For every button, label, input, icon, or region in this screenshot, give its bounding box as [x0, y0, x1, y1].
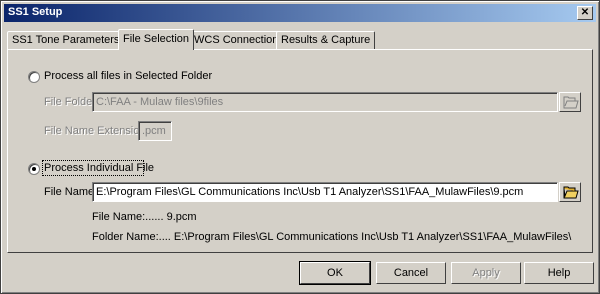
cancel-button[interactable]: Cancel	[376, 262, 446, 284]
tab-label: Results & Capture	[281, 34, 371, 46]
file-name-field[interactable]: E:\Program Files\GL Communications Inc\U…	[92, 182, 558, 202]
folder-open-icon	[563, 186, 579, 199]
tab-results-capture[interactable]: Results & Capture	[276, 31, 376, 49]
close-icon: ✕	[580, 7, 590, 18]
help-button[interactable]: Help	[524, 262, 594, 284]
close-button[interactable]: ✕	[577, 6, 593, 20]
title-bar: SS1 Setup ✕	[4, 4, 596, 22]
tab-wcs-connection[interactable]: WCS Connection	[189, 31, 284, 49]
process-individual-radio[interactable]	[28, 163, 40, 175]
ok-label: OK	[327, 267, 343, 279]
apply-label: Apply	[472, 267, 500, 279]
help-label: Help	[547, 267, 571, 279]
tab-file-selection[interactable]: File Selection	[118, 29, 195, 50]
apply-button[interactable]: Apply	[451, 262, 521, 284]
info-file-name: File Name:...... 9.pcm	[92, 211, 197, 223]
extension-value: .pcm	[142, 125, 166, 137]
tab-label: SS1 Tone Parameters	[12, 34, 120, 46]
file-name-value: E:\Program Files\GL Communications Inc\U…	[96, 186, 524, 198]
tab-ss1-tone-parameters[interactable]: SS1 Tone Parameters	[7, 31, 125, 49]
process-folder-radio[interactable]	[28, 71, 40, 83]
folder-open-icon	[563, 96, 579, 109]
tab-label: WCS Connection	[194, 34, 279, 46]
focus-indicator	[42, 160, 144, 176]
tab-label: File Selection	[123, 33, 190, 45]
window-title: SS1 Setup	[8, 6, 63, 18]
extension-label: File Name Extension	[44, 125, 146, 137]
file-name-label: File Name	[44, 186, 95, 198]
browse-file-button[interactable]	[559, 182, 581, 202]
file-folder-field[interactable]: C:\FAA - Mulaw files\9files	[92, 92, 558, 112]
browse-folder-button[interactable]	[559, 92, 581, 112]
file-folder-value: C:\FAA - Mulaw files\9files	[96, 96, 224, 108]
ok-button[interactable]: OK	[299, 261, 371, 285]
extension-field[interactable]: .pcm	[138, 121, 172, 141]
file-selection-panel: Process all files in Selected Folder Fil…	[7, 49, 593, 253]
info-folder-name: Folder Name:.... E:\Program Files\GL Com…	[92, 231, 572, 243]
cancel-label: Cancel	[393, 267, 429, 279]
ss1-setup-dialog: SS1 Setup ✕ SS1 Tone Parameters File Sel…	[0, 0, 600, 294]
process-folder-label[interactable]: Process all files in Selected Folder	[44, 70, 212, 82]
file-folder-label: File Folder	[44, 96, 96, 108]
